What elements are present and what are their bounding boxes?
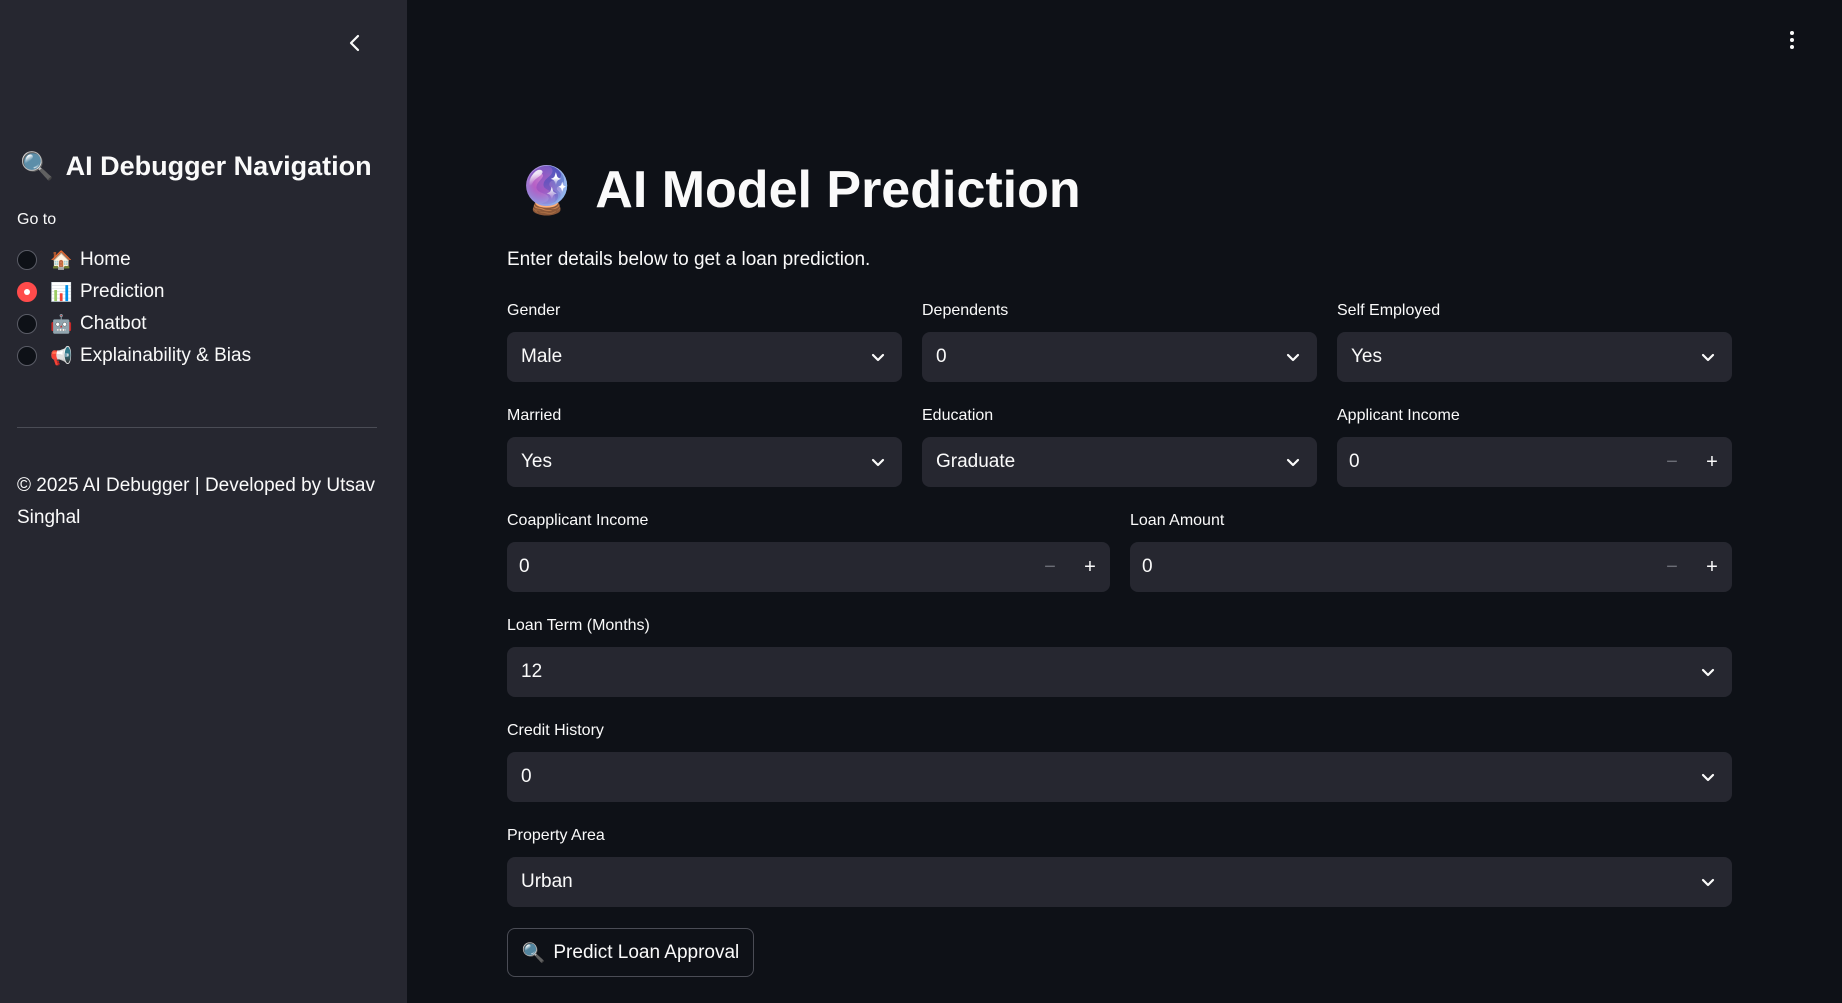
gender-select[interactable]: Male	[507, 332, 902, 382]
applicant-income-input[interactable]: 0 − +	[1337, 437, 1732, 487]
property-area-select[interactable]: Urban	[507, 857, 1732, 907]
radio-button[interactable]	[17, 250, 37, 270]
credit-history-label: Credit History	[507, 722, 604, 739]
sidebar-title-text: AI Debugger Navigation	[65, 150, 372, 181]
chevron-down-icon	[1701, 878, 1715, 887]
credit-history-value: 0	[521, 766, 532, 787]
radio-button[interactable]	[17, 314, 37, 334]
sidebar-title: 🔍 AI Debugger Navigation	[20, 150, 372, 182]
sidebar-footer: © 2025 AI Debugger | Developed by Utsav …	[17, 475, 375, 528]
nav-item-label: Home	[80, 249, 131, 270]
married-value: Yes	[521, 451, 552, 472]
married-select[interactable]: Yes	[507, 437, 902, 487]
chevron-down-icon	[1701, 668, 1715, 677]
decrement-button[interactable]: −	[1652, 542, 1692, 592]
nav-item-label: Prediction	[80, 281, 165, 302]
predict-loan-approval-button[interactable]: 🔍 Predict Loan Approval	[507, 928, 754, 977]
chevron-down-icon	[1701, 353, 1715, 362]
house-icon: 🏠	[50, 249, 73, 270]
education-value: Graduate	[936, 451, 1016, 472]
kebab-dot	[1790, 38, 1794, 42]
nav-item-label: Explainability & Bias	[80, 345, 252, 366]
loan-term-label: Loan Term (Months)	[507, 617, 650, 634]
chevron-down-icon	[1286, 353, 1300, 362]
property-area-label: Property Area	[507, 827, 605, 844]
married-label: Married	[507, 407, 562, 424]
chevron-down-icon	[871, 458, 885, 467]
loan-term-value: 12	[521, 661, 543, 682]
dependents-select[interactable]: 0	[922, 332, 1317, 382]
nav-item-label: Chatbot	[80, 313, 147, 334]
decrement-button[interactable]: −	[1030, 542, 1070, 592]
crystal-ball-icon: 🔮	[518, 163, 576, 216]
dependents-label: Dependents	[922, 302, 1009, 319]
self-employed-value: Yes	[1351, 346, 1382, 367]
chevron-down-icon	[1701, 773, 1715, 782]
applicant-income-label: Applicant Income	[1337, 407, 1460, 424]
applicant-income-value[interactable]: 0	[1337, 451, 1652, 473]
chevron-left-icon	[349, 34, 360, 52]
page-title-text: AI Model Prediction	[595, 161, 1081, 219]
predict-button-label: Predict Loan Approval	[553, 941, 740, 963]
sidebar: 🔍 AI Debugger Navigation Go to 🏠 Home 📊 …	[0, 0, 407, 1003]
nav-radio-group: 🏠 Home 📊 Prediction 🤖 Chatbot 📢 Explaina…	[17, 244, 251, 372]
decrement-button[interactable]: −	[1652, 437, 1692, 487]
megaphone-icon: 📢	[50, 345, 73, 366]
radio-button[interactable]	[17, 346, 37, 366]
coapplicant-income-label: Coapplicant Income	[507, 512, 649, 529]
page-subtitle: Enter details below to get a loan predic…	[507, 249, 871, 270]
credit-history-select[interactable]: 0	[507, 752, 1732, 802]
education-label: Education	[922, 407, 994, 424]
chevron-down-icon	[1286, 458, 1300, 467]
magnifier-icon: 🔍	[521, 942, 546, 964]
radio-button-selected[interactable]	[17, 282, 37, 302]
nav-item-chatbot[interactable]: 🤖 Chatbot	[17, 308, 251, 340]
increment-button[interactable]: +	[1692, 437, 1732, 487]
property-area-value: Urban	[521, 871, 573, 892]
sidebar-divider	[17, 427, 377, 428]
nav-radio-label: Go to	[17, 211, 57, 228]
gender-label: Gender	[507, 302, 561, 319]
nav-item-prediction[interactable]: 📊 Prediction	[17, 276, 251, 308]
loan-amount-value[interactable]: 0	[1130, 556, 1652, 578]
page-title: 🔮 AI Model Prediction	[518, 160, 1081, 220]
loan-amount-label: Loan Amount	[1130, 512, 1225, 529]
kebab-dot	[1790, 45, 1794, 49]
self-employed-label: Self Employed	[1337, 302, 1441, 319]
magnifier-icon: 🔍	[20, 151, 54, 181]
gender-value: Male	[521, 346, 563, 367]
increment-button[interactable]: +	[1692, 542, 1732, 592]
coapplicant-income-input[interactable]: 0 − +	[507, 542, 1110, 592]
nav-item-explainability[interactable]: 📢 Explainability & Bias	[17, 340, 251, 372]
bar-chart-icon: 📊	[50, 281, 73, 302]
robot-icon: 🤖	[50, 313, 73, 334]
self-employed-select[interactable]: Yes	[1337, 332, 1732, 382]
education-select[interactable]: Graduate	[922, 437, 1317, 487]
loan-amount-input[interactable]: 0 − +	[1130, 542, 1732, 592]
nav-item-home[interactable]: 🏠 Home	[17, 244, 251, 276]
collapse-sidebar-button[interactable]	[340, 28, 370, 58]
kebab-dot	[1790, 31, 1794, 35]
chevron-down-icon	[871, 353, 885, 362]
loan-term-select[interactable]: 12	[507, 647, 1732, 697]
coapplicant-income-value[interactable]: 0	[507, 556, 1030, 578]
main-menu-button[interactable]	[1780, 28, 1804, 52]
dependents-value: 0	[936, 346, 947, 367]
increment-button[interactable]: +	[1070, 542, 1110, 592]
